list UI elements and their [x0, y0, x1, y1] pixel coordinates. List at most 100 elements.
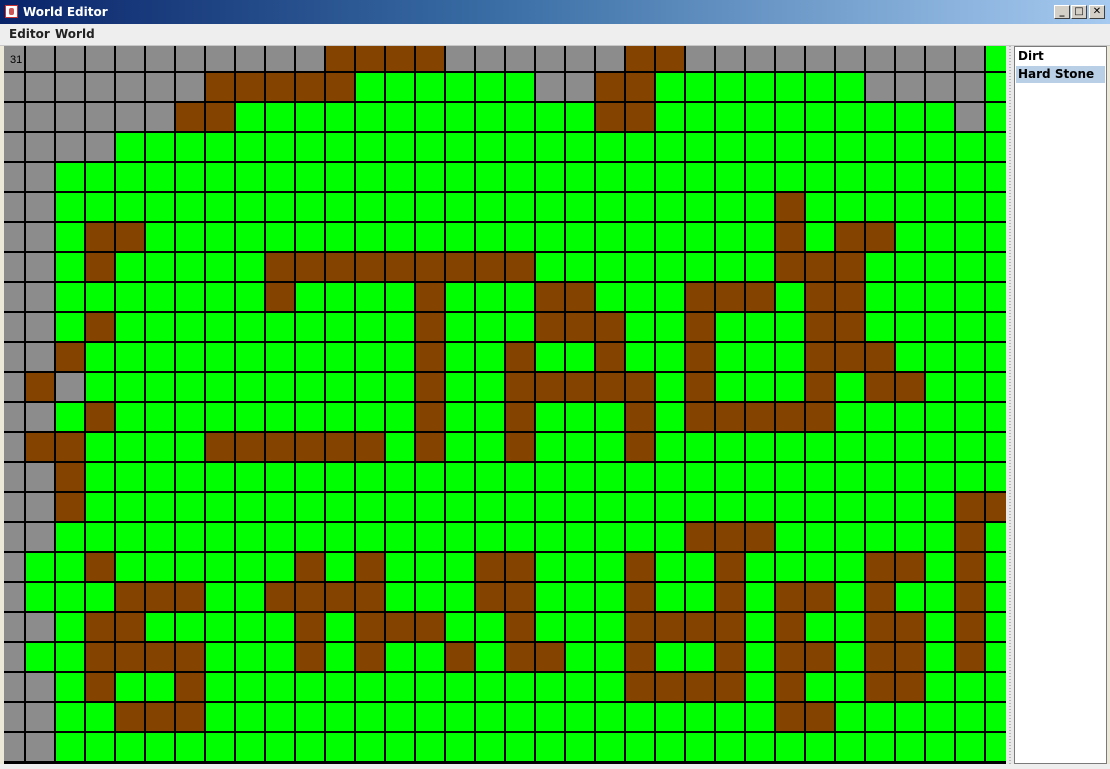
map-tile-grass[interactable]: [865, 462, 895, 492]
map-tile-grass[interactable]: [895, 402, 925, 432]
map-tile-grass[interactable]: [325, 132, 355, 162]
map-tile-grass[interactable]: [235, 402, 265, 432]
map-tile-stone[interactable]: [145, 72, 175, 102]
map-tile-dirt[interactable]: [595, 102, 625, 132]
map-tile-grass[interactable]: [955, 282, 985, 312]
map-tile-dirt[interactable]: [415, 282, 445, 312]
map-tile-grass[interactable]: [175, 222, 205, 252]
title-bar[interactable]: World Editor _ □ ✕: [0, 0, 1110, 24]
map-tile-grass[interactable]: [385, 372, 415, 402]
map-tile-dirt[interactable]: [505, 252, 535, 282]
map-tile-grass[interactable]: [865, 282, 895, 312]
map-tile-grass[interactable]: [595, 552, 625, 582]
map-tile-grass[interactable]: [745, 312, 775, 342]
map-tile-grass[interactable]: [115, 492, 145, 522]
map-tile-dirt[interactable]: [535, 642, 565, 672]
map-tile-stone[interactable]: [4, 342, 25, 372]
map-tile-grass[interactable]: [235, 702, 265, 732]
map-tile-grass[interactable]: [535, 492, 565, 522]
map-tile-dirt[interactable]: [295, 72, 325, 102]
close-button[interactable]: ✕: [1089, 5, 1105, 19]
map-tile-grass[interactable]: [595, 642, 625, 672]
map-tile-dirt[interactable]: [595, 72, 625, 102]
map-tile-dirt[interactable]: [895, 372, 925, 402]
map-tile-grass[interactable]: [805, 102, 835, 132]
map-tile-grass[interactable]: [835, 72, 865, 102]
map-tile-dirt[interactable]: [745, 522, 775, 552]
map-tile-stone[interactable]: [25, 312, 55, 342]
map-tile-dirt[interactable]: [715, 282, 745, 312]
map-tile-dirt[interactable]: [205, 72, 235, 102]
map-tile-grass[interactable]: [505, 672, 535, 702]
map-tile-grass[interactable]: [325, 342, 355, 372]
map-tile-grass[interactable]: [625, 282, 655, 312]
map-tile-dirt[interactable]: [595, 372, 625, 402]
map-tile-dirt[interactable]: [145, 582, 175, 612]
map-tile-grass[interactable]: [205, 522, 235, 552]
map-tile-stone[interactable]: [895, 46, 925, 72]
map-tile-grass[interactable]: [745, 72, 775, 102]
map-tile-dirt[interactable]: [55, 492, 85, 522]
map-tile-stone[interactable]: [25, 732, 55, 762]
map-tile-stone[interactable]: [4, 72, 25, 102]
map-tile-grass[interactable]: [235, 492, 265, 522]
map-tile-dirt[interactable]: [325, 432, 355, 462]
map-tile-grass[interactable]: [415, 462, 445, 492]
map-tile-grass[interactable]: [235, 612, 265, 642]
map-tile-grass[interactable]: [205, 402, 235, 432]
map-tile-stone[interactable]: [4, 582, 25, 612]
map-tile-grass[interactable]: [685, 192, 715, 222]
map-tile-grass[interactable]: [955, 432, 985, 462]
map-tile-stone[interactable]: [55, 102, 85, 132]
map-tile-grass[interactable]: [355, 192, 385, 222]
map-tile-dirt[interactable]: [775, 192, 805, 222]
map-tile-grass[interactable]: [805, 612, 835, 642]
map-tile-grass[interactable]: [235, 282, 265, 312]
map-tile-grass[interactable]: [445, 732, 475, 762]
map-tile-grass[interactable]: [385, 552, 415, 582]
map-tile-grass[interactable]: [85, 162, 115, 192]
map-tile-grass[interactable]: [775, 552, 805, 582]
map-tile-dirt[interactable]: [565, 312, 595, 342]
map-tile-grass[interactable]: [625, 222, 655, 252]
map-tile-dirt[interactable]: [865, 582, 895, 612]
map-tile-grass[interactable]: [835, 102, 865, 132]
map-tile-grass[interactable]: [625, 462, 655, 492]
map-tile-grass[interactable]: [355, 132, 385, 162]
map-tile-grass[interactable]: [565, 132, 595, 162]
map-tile-grass[interactable]: [625, 252, 655, 282]
map-tile-grass[interactable]: [775, 732, 805, 762]
map-tile-grass[interactable]: [505, 312, 535, 342]
map-tile-grass[interactable]: [595, 462, 625, 492]
map-tile-grass[interactable]: [925, 192, 955, 222]
map-tile-grass[interactable]: [235, 672, 265, 702]
map-tile-stone[interactable]: [55, 132, 85, 162]
map-tile-dirt[interactable]: [325, 252, 355, 282]
map-tile-grass[interactable]: [445, 522, 475, 552]
map-tile-grass[interactable]: [55, 162, 85, 192]
map-tile-grass[interactable]: [475, 432, 505, 462]
map-tile-grass[interactable]: [85, 702, 115, 732]
map-tile-dirt[interactable]: [625, 672, 655, 702]
map-tile-grass[interactable]: [235, 252, 265, 282]
map-tile-dirt[interactable]: [475, 582, 505, 612]
map-tile-grass[interactable]: [325, 222, 355, 252]
map-tile-grass[interactable]: [385, 132, 415, 162]
map-tile-dirt[interactable]: [805, 372, 835, 402]
map-tile-grass[interactable]: [805, 222, 835, 252]
map-tile-grass[interactable]: [415, 492, 445, 522]
map-tile-grass[interactable]: [175, 612, 205, 642]
map-tile-grass[interactable]: [865, 702, 895, 732]
map-tile-grass[interactable]: [715, 192, 745, 222]
map-tile-grass[interactable]: [955, 462, 985, 492]
map-tile-grass[interactable]: [805, 732, 835, 762]
map-tile-grass[interactable]: [325, 402, 355, 432]
map-tile-grass[interactable]: [955, 372, 985, 402]
map-tile-grass[interactable]: [85, 492, 115, 522]
map-tile-grass[interactable]: [985, 582, 1006, 612]
map-tile-grass[interactable]: [85, 372, 115, 402]
map-tile-dirt[interactable]: [415, 612, 445, 642]
map-tile-grass[interactable]: [985, 642, 1006, 672]
map-tile-grass[interactable]: [775, 312, 805, 342]
map-tile-grass[interactable]: [955, 402, 985, 432]
